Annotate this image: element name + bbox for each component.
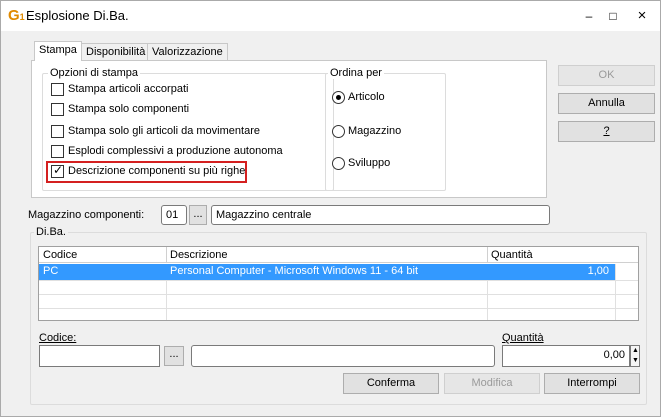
warehouse-lookup-button[interactable]: ... (189, 205, 207, 225)
quantita-label: Quantità (502, 332, 544, 344)
checkbox-label: Stampa solo componenti (68, 103, 190, 115)
radio-magazzino[interactable] (332, 125, 345, 138)
diba-legend: Di.Ba. (34, 226, 68, 238)
column-header-descrizione[interactable]: Descrizione (166, 248, 227, 263)
help-button[interactable]: ? (558, 121, 655, 142)
warehouse-name-field[interactable]: Magazzino centrale (211, 205, 550, 225)
checkbox-label: Esplodi complessivi a produzione autonom… (68, 145, 283, 157)
column-divider (166, 247, 167, 263)
radio-articolo[interactable] (332, 91, 345, 104)
warehouse-code-field[interactable]: 01 (161, 205, 187, 225)
checkbox-articoli-accorpati[interactable] (51, 83, 64, 96)
print-options-legend: Opzioni di stampa (48, 67, 141, 79)
window-title: Esplosione Di.Ba. (26, 8, 129, 23)
radio-label: Magazzino (348, 125, 402, 137)
checkbox-solo-componenti[interactable] (51, 103, 64, 116)
checkbox-label: Stampa articoli accorpati (68, 83, 189, 95)
codice-input[interactable] (39, 345, 160, 367)
grid-line (39, 308, 638, 309)
checkbox-label: Stampa solo gli articoli da movimentare (68, 125, 260, 137)
checkbox-esplodi-complessivi[interactable] (51, 145, 64, 158)
table-cell-quantita: 1,00 (587, 265, 609, 277)
grid-line (166, 280, 167, 320)
close-button[interactable]: × (633, 7, 651, 25)
tab-stampa[interactable]: Stampa (34, 41, 82, 61)
quantita-stepper[interactable]: ▲ ▼ (630, 345, 640, 367)
maximize-button[interactable]: □ (604, 7, 622, 25)
app-logo-icon: G1 (8, 7, 25, 24)
column-header-quantita[interactable]: Quantità (487, 248, 533, 263)
tab-disponibilita[interactable]: Disponibilità (81, 43, 151, 61)
table-cell-descrizione: Personal Computer - Microsoft Windows 11… (170, 265, 418, 277)
minimize-button[interactable]: – (580, 7, 598, 25)
grid-line (39, 294, 638, 295)
codice-label: Codice: (39, 332, 77, 344)
descrizione-input[interactable] (191, 345, 495, 367)
tab-valorizzazione[interactable]: Valorizzazione (147, 43, 228, 61)
modifica-button[interactable]: Modifica (444, 373, 540, 394)
order-by-legend: Ordina per (328, 67, 384, 79)
quantita-input[interactable]: 0,00 (502, 345, 630, 367)
checkbox-label: Descrizione componenti su più righe (68, 165, 246, 177)
column-header-codice[interactable]: Codice (39, 248, 77, 263)
table-cell-codice: PC (43, 265, 59, 277)
column-divider (487, 247, 488, 263)
conferma-button[interactable]: Conferma (343, 373, 439, 394)
dialog-window: G1 Esplosione Di.Ba. – □ × Stampa Dispon… (0, 0, 661, 417)
grid-line (39, 280, 638, 281)
stepper-up-icon[interactable]: ▲ (632, 346, 639, 356)
grid-line (615, 264, 616, 320)
checkbox-descrizione-piu-righe[interactable] (51, 163, 64, 178)
grid-line (487, 280, 488, 320)
ok-button[interactable]: OK (558, 65, 655, 86)
stepper-down-icon[interactable]: ▼ (632, 356, 639, 366)
grid-header (39, 247, 638, 263)
radio-label: Articolo (348, 91, 385, 103)
radio-label: Sviluppo (348, 157, 391, 169)
checkbox-articoli-da-movimentare[interactable] (51, 125, 64, 138)
radio-sviluppo[interactable] (332, 157, 345, 170)
annulla-button[interactable]: Annulla (558, 93, 655, 114)
diba-grid[interactable]: Codice Descrizione Quantità PC Personal … (38, 246, 639, 321)
title-bar: G1 Esplosione Di.Ba. – □ × (1, 1, 660, 31)
warehouse-label: Magazzino componenti: (28, 209, 145, 221)
codice-lookup-button[interactable]: ... (164, 346, 184, 366)
tab-panel-stampa: Opzioni di stampa Stampa articoli accorp… (31, 60, 547, 198)
interrompi-button[interactable]: Interrompi (544, 373, 640, 394)
